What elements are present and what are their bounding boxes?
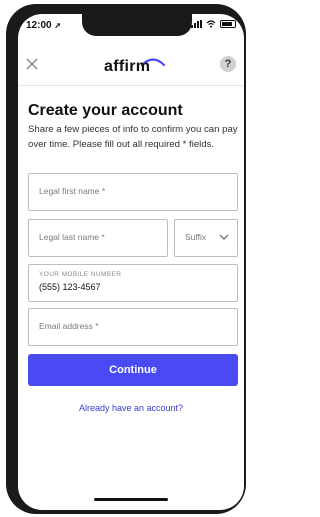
location-arrow-icon: ➚ <box>54 21 62 30</box>
suffix-select[interactable]: Suffix <box>174 219 238 257</box>
phone-frame: 12:00 ➚ affirm ? Create your account Sha… <box>6 4 246 514</box>
last-name-placeholder: Legal last name * <box>39 232 105 242</box>
email-placeholder: Email address * <box>39 321 99 331</box>
header-divider <box>18 85 244 86</box>
mobile-number-field[interactable]: YOUR MOBILE NUMBER (555) 123-4567 <box>28 264 238 302</box>
status-time: 12:00 ➚ <box>26 20 61 31</box>
page-title: Create your account <box>28 102 183 119</box>
first-name-placeholder: Legal first name * <box>39 186 106 196</box>
signal-icon <box>191 20 202 28</box>
mobile-number-value: (555) 123-4567 <box>39 282 101 292</box>
suffix-placeholder: Suffix <box>185 232 207 242</box>
close-icon[interactable] <box>24 56 40 72</box>
status-icons <box>191 20 236 28</box>
affirm-logo: affirm <box>104 52 174 76</box>
home-indicator <box>94 498 168 501</box>
signin-link[interactable]: Already have an account? <box>18 403 244 413</box>
brand-name: affirm <box>104 58 151 75</box>
mobile-number-label: YOUR MOBILE NUMBER <box>39 271 122 278</box>
status-time-text: 12:00 <box>26 20 52 31</box>
last-name-field[interactable]: Legal last name * <box>28 219 168 257</box>
app-screen: 12:00 ➚ affirm ? Create your account Sha… <box>18 14 244 510</box>
email-field[interactable]: Email address * <box>28 308 238 346</box>
phone-notch <box>82 14 192 36</box>
battery-icon <box>220 20 236 28</box>
help-icon[interactable]: ? <box>220 56 236 72</box>
page-description: Share a few pieces of info to confirm yo… <box>28 124 238 150</box>
wifi-icon <box>206 20 216 28</box>
top-bar: affirm ? <box>18 50 244 78</box>
chevron-down-icon <box>219 234 229 240</box>
first-name-field[interactable]: Legal first name * <box>28 173 238 211</box>
continue-button[interactable]: Continue <box>28 354 238 386</box>
